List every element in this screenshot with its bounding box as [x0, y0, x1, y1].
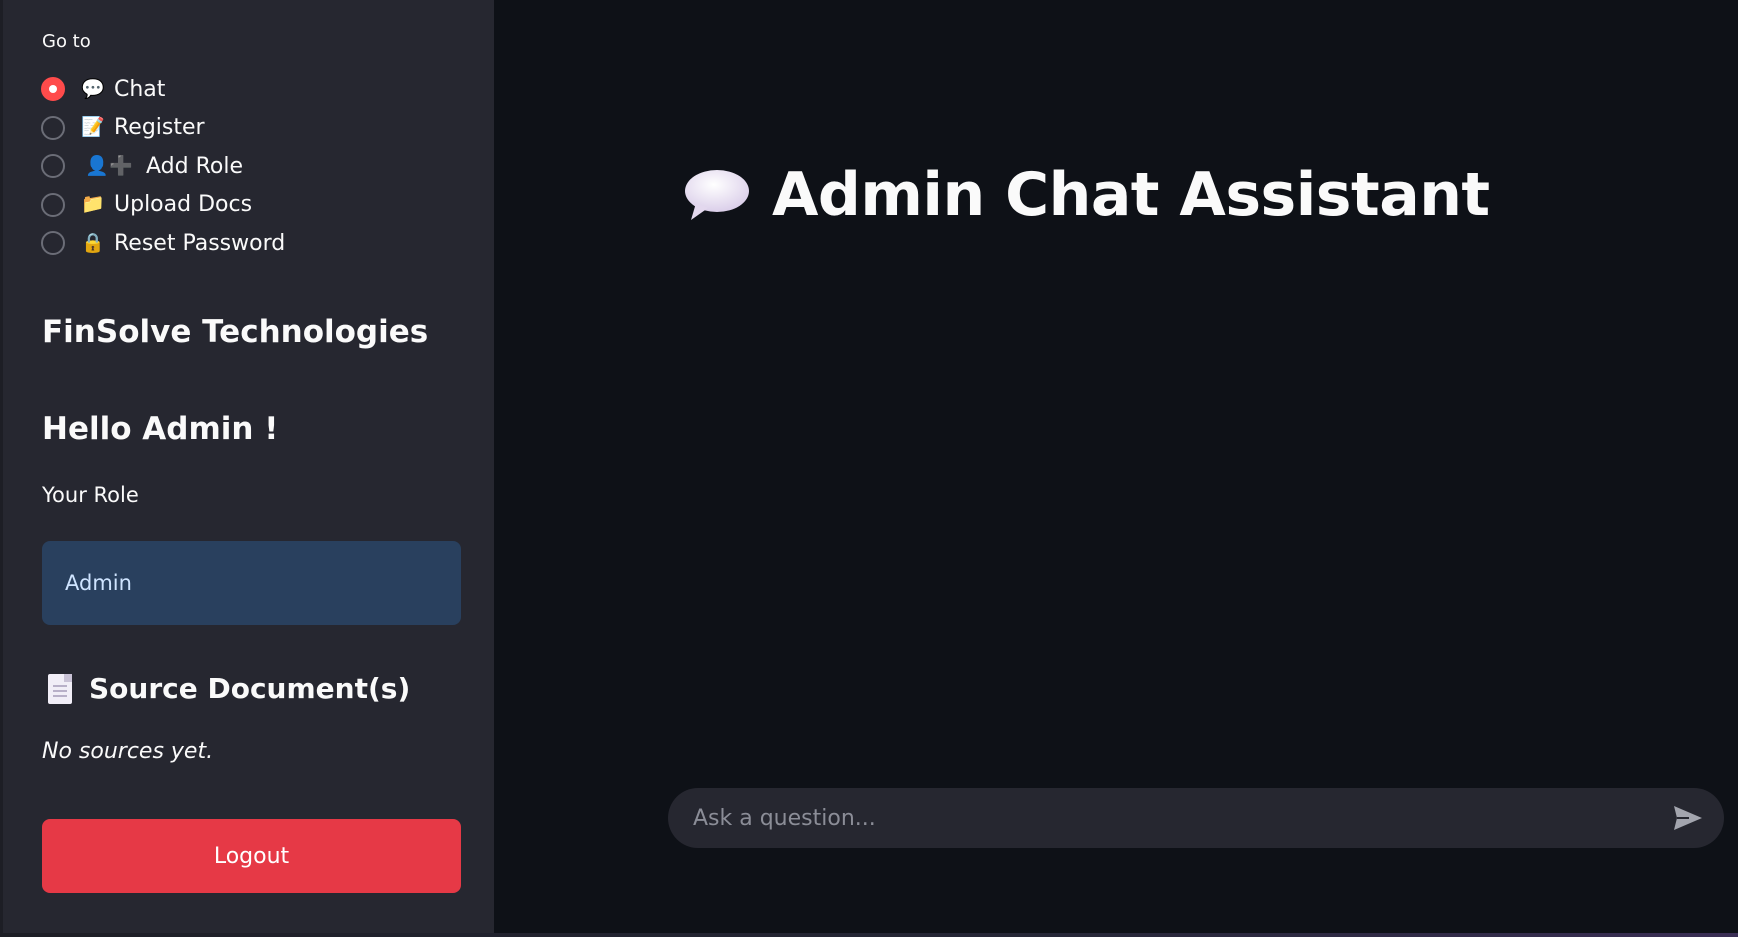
- nav-option-upload-docs[interactable]: 📁 Upload Docs: [41, 186, 285, 225]
- speech-bubble-icon: [685, 170, 749, 220]
- nav-option-label: Upload Docs: [114, 192, 253, 218]
- title-row: Admin Chat Assistant: [682, 160, 1490, 230]
- sources-title: Source Document(s): [89, 672, 411, 705]
- greeting: Hello Admin !: [42, 411, 279, 447]
- nav-option-reset-password[interactable]: 🔒 Reset Password: [41, 224, 285, 263]
- nav-option-add-role[interactable]: 👤➕ Add Role: [41, 147, 285, 186]
- nav-option-label: Register: [114, 115, 205, 141]
- sidebar: Go to 💬 Chat 📝 Register 👤➕ Add Role 📁 Up…: [0, 0, 494, 933]
- radio-button[interactable]: [41, 231, 65, 256]
- nav-radio-group: 💬 Chat 📝 Register 👤➕ Add Role 📁 Upload D…: [41, 70, 285, 263]
- radio-button[interactable]: [41, 192, 65, 217]
- role-info-box: Admin: [42, 541, 461, 625]
- user-plus-icon: 👤➕: [85, 154, 133, 177]
- radio-button[interactable]: [41, 115, 65, 140]
- nav-option-label: Chat: [114, 76, 166, 102]
- nav-option-register[interactable]: 📝 Register: [41, 109, 285, 148]
- logout-button[interactable]: Logout: [42, 819, 461, 893]
- role-label: Your Role: [42, 483, 139, 507]
- org-name: FinSolve Technologies: [42, 314, 429, 350]
- radio-button-selected[interactable]: [41, 77, 65, 102]
- radio-button[interactable]: [41, 154, 65, 179]
- send-icon: [1674, 806, 1702, 830]
- document-icon: [48, 673, 72, 704]
- chat-input[interactable]: [668, 788, 1664, 848]
- sources-header: Source Document(s): [48, 672, 410, 705]
- role-value: Admin: [65, 571, 132, 595]
- main-content: Admin Chat Assistant: [494, 0, 1738, 937]
- speech-bubble-icon: 💬: [81, 77, 105, 100]
- nav-option-label: Reset Password: [114, 230, 286, 256]
- chat-input-container: [668, 788, 1724, 848]
- lock-icon: 🔒: [81, 231, 105, 254]
- sources-empty-text: No sources yet.: [42, 739, 214, 764]
- app: Go to 💬 Chat 📝 Register 👤➕ Add Role 📁 Up…: [0, 0, 1738, 937]
- nav-option-label: Add Role: [146, 153, 243, 179]
- goto-label: Go to: [42, 31, 91, 52]
- nav-option-chat[interactable]: 💬 Chat: [41, 70, 285, 109]
- send-button[interactable]: [1664, 794, 1712, 842]
- folder-icon: 📁: [81, 193, 105, 216]
- memo-icon: 📝: [81, 116, 105, 139]
- bottom-decoration-bar: [0, 933, 1738, 937]
- page-title: Admin Chat Assistant: [772, 160, 1490, 230]
